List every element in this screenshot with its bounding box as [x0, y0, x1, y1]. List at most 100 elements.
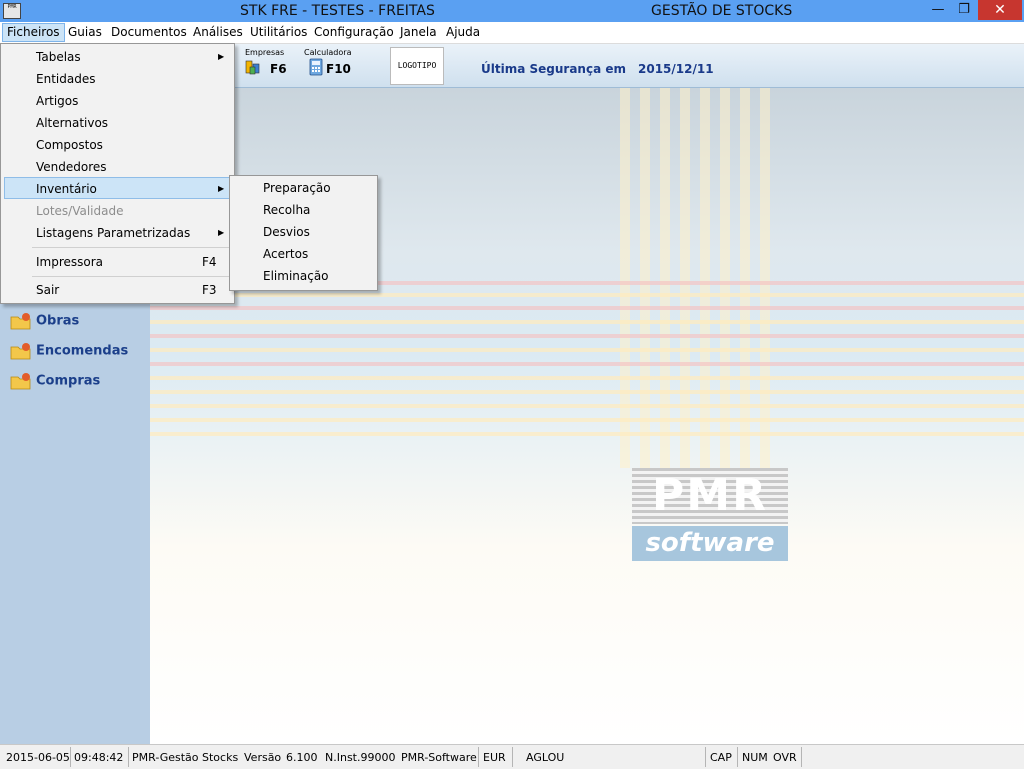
menu-item-label: Alternativos — [36, 116, 109, 130]
last-backup-info: Última Segurança em 2015/12/11 — [481, 62, 714, 76]
menu-item-listagens[interactable]: Listagens Parametrizadas ▶ — [4, 222, 231, 244]
menu-ajuda[interactable]: Ajuda — [442, 24, 484, 41]
minimize-button[interactable]: — — [925, 0, 951, 20]
menu-item-inventario[interactable]: Inventário ▶ — [4, 177, 231, 199]
window-title: STK FRE - TESTES - FREITAS — [240, 3, 435, 19]
menu-item-impressora[interactable]: Impressora F4 — [4, 251, 231, 273]
menu-item-vendedores[interactable]: Vendedores — [4, 156, 231, 178]
decor-stripe — [760, 88, 770, 468]
menu-item-label: Entidades — [36, 72, 96, 86]
title-bar: PMR STK FRE - TESTES - FREITAS GESTÃO DE… — [0, 0, 1024, 22]
decor-stripe — [150, 404, 1024, 408]
decor-stripe — [740, 88, 750, 468]
menu-documentos[interactable]: Documentos — [107, 24, 191, 41]
inventario-submenu: Preparação Recolha Desvios Acertos Elimi… — [229, 175, 378, 291]
status-divider — [128, 747, 129, 767]
sidebar-item-compras[interactable]: Compras — [10, 372, 100, 390]
decor-stripe — [150, 418, 1024, 422]
menu-item-label: Sair — [36, 283, 60, 297]
menu-configuracao[interactable]: Configuração — [310, 24, 398, 41]
sidebar-label-encomendas: Encomendas — [36, 343, 129, 359]
menu-item-entidades[interactable]: Entidades — [4, 68, 231, 90]
status-bar: 2015-06-05 09:48:42 PMR-Gestão Stocks Ve… — [0, 744, 1024, 769]
menu-item-label: Inventário — [36, 182, 97, 196]
menu-item-compostos[interactable]: Compostos — [4, 134, 231, 156]
menu-analises[interactable]: Análises — [189, 24, 247, 41]
submenu-item-acertos[interactable]: Acertos — [263, 247, 308, 261]
decor-stripe — [150, 293, 1024, 297]
status-version: 6.100 — [286, 751, 318, 764]
menu-item-label: Compostos — [36, 138, 103, 152]
decor-stripe — [680, 88, 690, 468]
status-user: AGLOU — [526, 751, 565, 764]
decor-stripe — [640, 88, 650, 468]
status-ovr: OVR — [773, 751, 797, 764]
status-version-label: Versão — [244, 751, 282, 764]
decor-stripe — [150, 348, 1024, 352]
menu-utilitarios[interactable]: Utilitários — [246, 24, 311, 41]
status-date: 2015-06-05 — [6, 751, 70, 764]
folder-icon — [10, 343, 31, 360]
ficheiros-dropdown: Tabelas ▶ Entidades Artigos Alternativos … — [0, 43, 235, 304]
status-divider — [737, 747, 738, 767]
menu-item-shortcut: F3 — [202, 283, 217, 297]
calculadora-shortcut[interactable]: F10 — [326, 62, 351, 76]
last-backup-date: 2015/12/11 — [638, 62, 714, 76]
empresas-shortcut[interactable]: F6 — [270, 62, 287, 76]
menu-item-label: Impressora — [36, 255, 104, 269]
status-time: 09:48:42 — [74, 751, 124, 764]
menu-ficheiros[interactable]: Ficheiros — [2, 23, 65, 42]
menu-item-tabelas[interactable]: Tabelas ▶ — [4, 46, 231, 68]
status-divider — [478, 747, 479, 767]
status-divider — [801, 747, 802, 767]
module-title: GESTÃO DE STOCKS — [651, 3, 793, 19]
menu-item-label: Vendedores — [36, 160, 107, 174]
sidebar-item-obras[interactable]: Obras — [10, 312, 79, 330]
menu-item-alternativos[interactable]: Alternativos — [4, 112, 231, 134]
menu-separator — [32, 276, 230, 277]
decor-stripe — [700, 88, 710, 468]
menu-janela[interactable]: Janela — [396, 24, 441, 41]
close-button[interactable]: ✕ — [978, 0, 1022, 20]
decor-stripe — [620, 88, 630, 468]
calculator-icon[interactable] — [308, 58, 324, 76]
menu-item-label: Artigos — [36, 94, 79, 108]
menu-item-sair[interactable]: Sair F3 — [4, 279, 231, 301]
calculadora-label: Calculadora — [304, 48, 352, 57]
menu-separator — [32, 247, 230, 248]
menu-item-artigos[interactable]: Artigos — [4, 90, 231, 112]
sidebar-label-obras: Obras — [36, 313, 80, 329]
decor-stripe — [660, 88, 670, 468]
sidebar-item-encomendas[interactable]: Encomendas — [10, 342, 128, 360]
submenu-item-recolha[interactable]: Recolha — [263, 203, 310, 217]
decor-stripe — [720, 88, 730, 468]
submenu-item-preparacao[interactable]: Preparação — [263, 181, 331, 195]
decor-stripe — [150, 306, 1024, 310]
submenu-item-desvios[interactable]: Desvios — [263, 225, 310, 239]
status-app: PMR-Gestão Stocks — [132, 751, 239, 764]
menu-item-label: Listagens Parametrizadas — [36, 226, 191, 240]
submenu-item-eliminacao[interactable]: Eliminação — [263, 269, 329, 283]
submenu-arrow-icon: ▶ — [218, 228, 225, 237]
status-cap: CAP — [710, 751, 732, 764]
app-icon[interactable]: PMR — [3, 3, 21, 19]
menu-item-lotes-validade: Lotes/Validade — [4, 200, 231, 222]
status-divider — [70, 747, 71, 767]
decor-stripe — [150, 362, 1024, 366]
submenu-arrow-icon: ▶ — [218, 52, 225, 61]
menu-bar: Ficheiros Guias Documentos Análises Util… — [0, 22, 1024, 44]
companies-icon[interactable] — [245, 58, 261, 76]
folder-icon — [10, 373, 31, 390]
last-backup-label: Última Segurança em — [481, 62, 626, 76]
status-divider — [512, 747, 513, 767]
decor-stripe — [150, 334, 1024, 338]
status-currency: EUR — [483, 751, 506, 764]
menu-guias[interactable]: Guias — [64, 24, 106, 41]
status-install: N.Inst.99000 — [325, 751, 396, 764]
decor-stripe — [150, 432, 1024, 436]
menu-item-label: Tabelas — [36, 50, 81, 64]
restore-button[interactable]: ❐ — [951, 0, 977, 20]
submenu-arrow-icon: ▶ — [218, 184, 225, 193]
pmr-logo-text: PMR — [632, 468, 788, 524]
status-num: NUM — [742, 751, 768, 764]
